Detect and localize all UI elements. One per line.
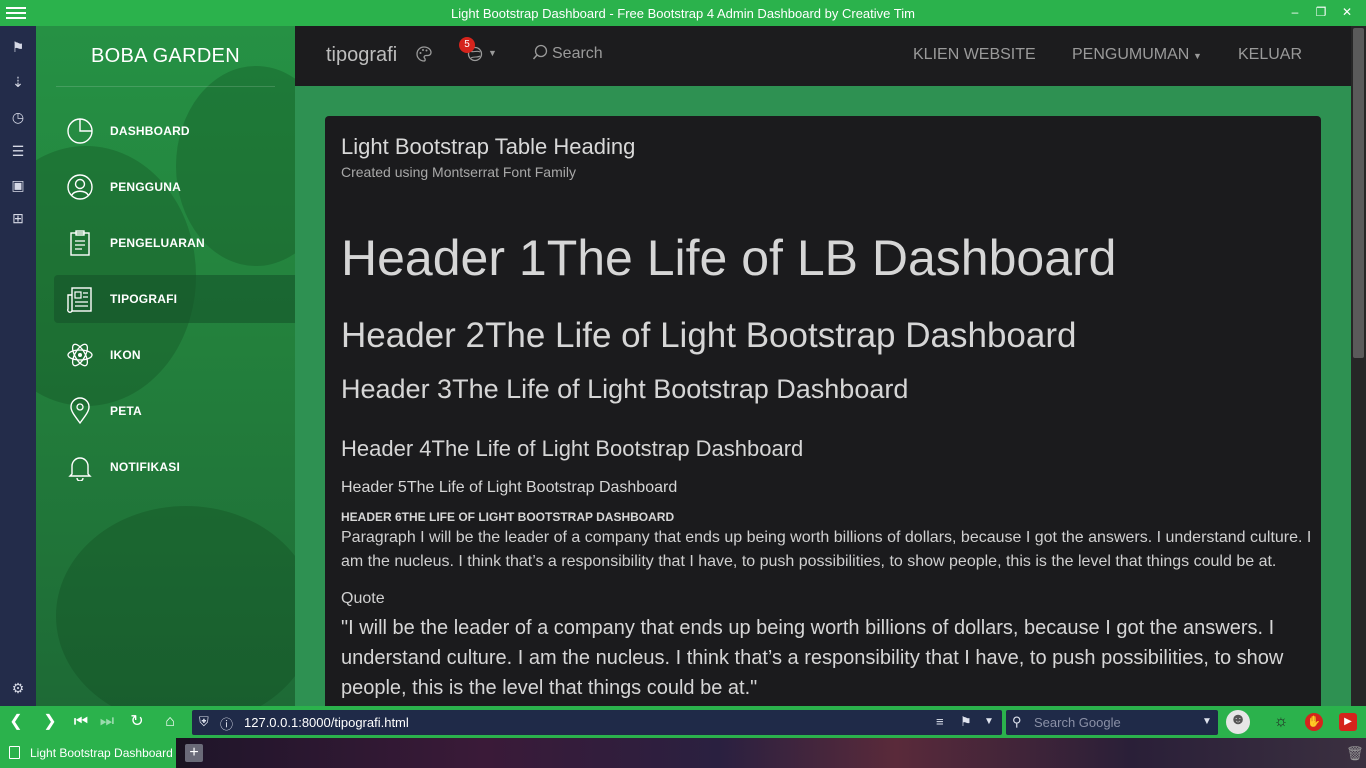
adblock-icon[interactable]: ✋ bbox=[1305, 713, 1323, 731]
notification-badge: 5 bbox=[459, 37, 475, 53]
sidebar-item-label: IKON bbox=[110, 348, 141, 362]
tab-label: Light Bootstrap Dashboard bbox=[30, 746, 173, 760]
header-5-sample: Header 5The Life of Light Bootstrap Dash… bbox=[341, 479, 678, 496]
add-panel-icon[interactable]: ⊞ bbox=[9, 209, 27, 227]
history-icon[interactable]: ◷ bbox=[9, 108, 27, 126]
sidebar-item-notifikasi[interactable]: NOTIFIKASI bbox=[54, 443, 295, 491]
reader-view-icon[interactable]: ≡ bbox=[936, 714, 944, 729]
top-navbar: tipografi 5 ▼ Search KLIEN WEBSITE PENGU… bbox=[295, 26, 1351, 86]
header-4-sample: Header 4The Life of Light Bootstrap Dash… bbox=[341, 436, 804, 461]
sidebar-brand[interactable]: BOBA GARDEN bbox=[36, 26, 295, 86]
sidebar-item-ikon[interactable]: IKON bbox=[54, 331, 295, 379]
sidebar-item-pengeluaran[interactable]: PENGELUARAN bbox=[54, 219, 295, 267]
browser-toolbar: ❮ ❯ ⏮ ⏭ ↻ ⌂ ⛨ ⓘ 127.0.0.1:8000/tipografi… bbox=[0, 706, 1366, 738]
sidebar-item-label: PETA bbox=[110, 404, 142, 418]
caret-down-icon[interactable]: ▼ bbox=[1193, 51, 1202, 61]
sidebar-item-label: TIPOGRAFI bbox=[110, 292, 178, 306]
keluar-link[interactable]: KELUAR bbox=[1238, 46, 1302, 64]
close-icon[interactable]: ✕ bbox=[1337, 5, 1357, 19]
sidebar-item-label: PENGGUNA bbox=[110, 180, 181, 194]
search-engine-icon[interactable]: ⚲ bbox=[1012, 714, 1022, 730]
card-subtitle: Created using Montserrat Font Family bbox=[341, 164, 576, 180]
address-bar[interactable]: ⛨ ⓘ 127.0.0.1:8000/tipografi.html ≡ ⚑ ▼ bbox=[192, 710, 1002, 735]
browser-side-panel: ⚑ ⇣ ◷ ☰ ▣ ⊞ ⚙ bbox=[0, 26, 36, 706]
url-text[interactable]: 127.0.0.1:8000/tipografi.html bbox=[244, 715, 409, 730]
profile-avatar[interactable]: ☻ bbox=[1226, 710, 1250, 734]
reload-icon[interactable]: ↻ bbox=[127, 712, 147, 732]
sidebar-divider bbox=[56, 86, 275, 87]
card-title: Light Bootstrap Table Heading bbox=[341, 134, 636, 159]
page-scrollbar[interactable] bbox=[1351, 26, 1366, 706]
paragraph-sample: Paragraph I will be the leader of a comp… bbox=[341, 529, 1312, 570]
sidebar-item-dashboard[interactable]: DASHBOARD bbox=[54, 107, 295, 155]
sidebar-item-peta[interactable]: PETA bbox=[54, 387, 295, 435]
address-dropdown-icon[interactable]: ▼ bbox=[984, 716, 994, 727]
fast-forward-icon[interactable]: ⏭ bbox=[97, 712, 117, 732]
header-1-sample: Header 1The Life of LB Dashboard bbox=[341, 230, 1117, 286]
forward-icon[interactable]: ❯ bbox=[40, 712, 60, 732]
home-icon[interactable]: ⌂ bbox=[160, 712, 180, 732]
incognito-icon[interactable]: ☼ bbox=[1271, 712, 1291, 732]
user-circle-icon bbox=[67, 174, 93, 200]
shield-icon[interactable]: ⛨ bbox=[199, 714, 209, 730]
page-title[interactable]: tipografi bbox=[326, 44, 397, 67]
restore-icon[interactable]: ❐ bbox=[1311, 5, 1331, 19]
sidebar-item-label: DASHBOARD bbox=[110, 124, 190, 138]
quote-label: Quote bbox=[341, 590, 385, 607]
back-icon[interactable]: ❮ bbox=[6, 712, 26, 732]
palette-icon[interactable] bbox=[415, 45, 433, 63]
header-2-sample: Header 2The Life of Light Bootstrap Dash… bbox=[341, 316, 1077, 355]
search-dropdown-icon[interactable]: ▼ bbox=[1202, 716, 1212, 727]
downloads-icon[interactable]: ⇣ bbox=[9, 73, 27, 91]
scrollbar-thumb[interactable] bbox=[1353, 28, 1364, 358]
extension-icon[interactable]: ▶ bbox=[1339, 713, 1357, 731]
tab-bar: Light Bootstrap Dashboard + 🗑 bbox=[0, 738, 1366, 768]
main-content: Light Bootstrap Table Heading Created us… bbox=[295, 86, 1351, 716]
map-pin-icon bbox=[70, 397, 90, 425]
sidebar-item-pengguna[interactable]: PENGGUNA bbox=[54, 163, 295, 211]
bell-icon bbox=[68, 457, 92, 481]
app-sidebar: BOBA GARDEN DASHBOARD PENGGUNA PENGELUAR… bbox=[36, 26, 295, 706]
klien-website-link[interactable]: KLIEN WEBSITE bbox=[913, 46, 1036, 64]
quote-sample: "I will be the leader of a company that … bbox=[341, 617, 1284, 699]
bookmark-page-icon[interactable]: ⚑ bbox=[960, 714, 972, 730]
window-titlebar: Light Bootstrap Dashboard - Free Bootstr… bbox=[0, 0, 1366, 26]
search-engine-bar[interactable]: ⚲ Search Google ▼ bbox=[1006, 710, 1218, 735]
rewind-icon[interactable]: ⏮ bbox=[71, 712, 91, 732]
typography-card: Light Bootstrap Table Heading Created us… bbox=[325, 116, 1321, 716]
header-6-sample: HEADER 6THE LIFE OF LIGHT BOOTSTRAP DASH… bbox=[341, 510, 675, 524]
tab-active[interactable]: Light Bootstrap Dashboard bbox=[0, 738, 176, 768]
site-info-icon[interactable]: ⓘ bbox=[220, 714, 233, 733]
bookmarks-icon[interactable]: ⚑ bbox=[9, 38, 27, 56]
atom-icon bbox=[67, 343, 93, 367]
clipboard-icon bbox=[70, 230, 90, 256]
search-icon[interactable] bbox=[532, 44, 549, 61]
new-tab-button[interactable]: + bbox=[185, 744, 203, 762]
minimize-icon[interactable]: – bbox=[1285, 5, 1305, 19]
notes-icon[interactable]: ☰ bbox=[9, 142, 27, 160]
newspaper-icon bbox=[67, 287, 92, 313]
settings-gear-icon[interactable]: ⚙ bbox=[9, 679, 27, 697]
sidebar-item-tipografi[interactable]: TIPOGRAFI bbox=[54, 275, 295, 323]
search-link[interactable]: Search bbox=[552, 45, 603, 63]
sidebar-item-label: PENGELUARAN bbox=[110, 236, 205, 250]
page-icon bbox=[9, 746, 20, 759]
pengumuman-dropdown[interactable]: PENGUMUMAN bbox=[1072, 46, 1189, 64]
pie-chart-icon bbox=[67, 118, 93, 144]
header-3-sample: Header 3The Life of Light Bootstrap Dash… bbox=[341, 374, 909, 404]
window-title: Light Bootstrap Dashboard - Free Bootstr… bbox=[451, 6, 915, 21]
window-panel-icon[interactable]: ▣ bbox=[9, 176, 27, 194]
search-placeholder: Search Google bbox=[1034, 715, 1121, 730]
sidebar-item-label: NOTIFIKASI bbox=[110, 460, 180, 474]
trash-icon[interactable]: 🗑 bbox=[1346, 745, 1364, 762]
caret-down-icon[interactable]: ▼ bbox=[488, 48, 497, 58]
wallpaper-strip bbox=[190, 738, 1366, 768]
